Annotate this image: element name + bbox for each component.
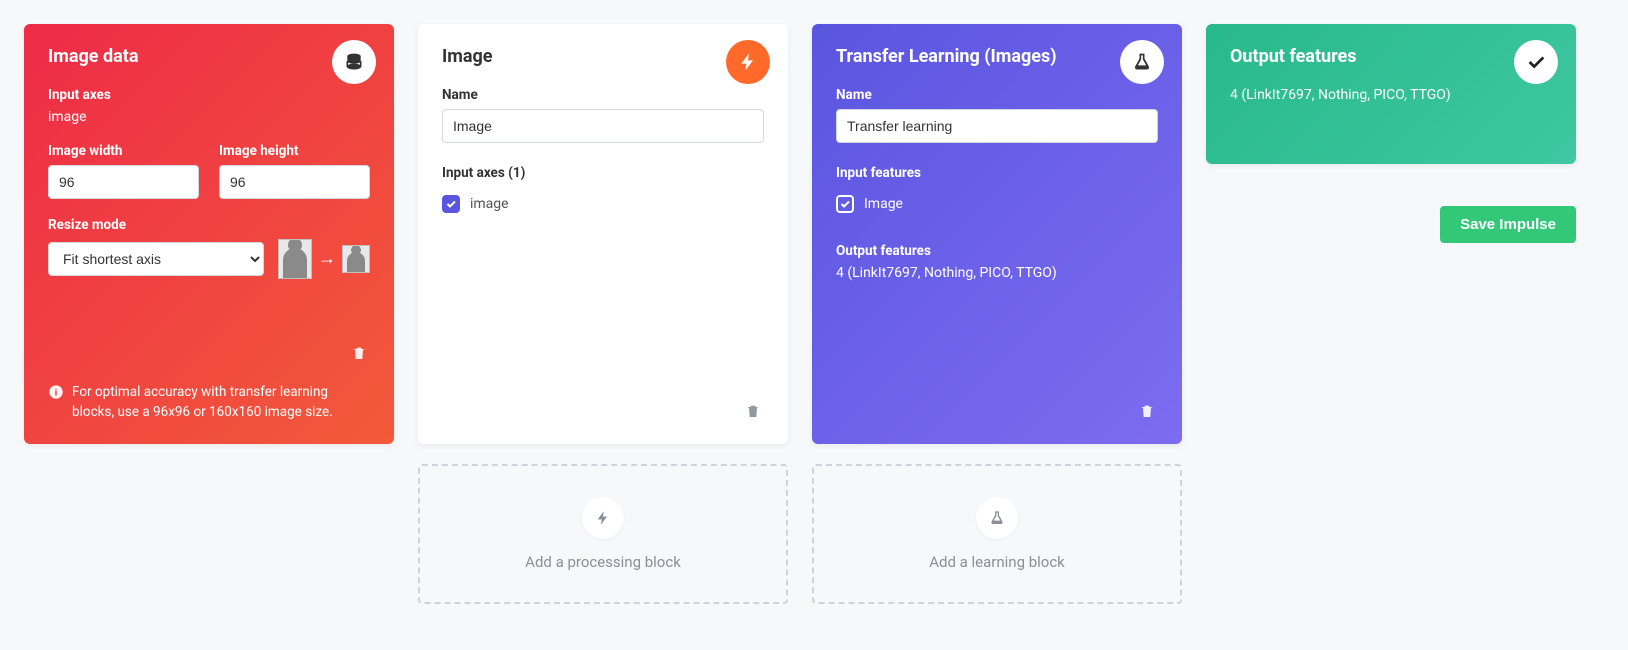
axes-image-checkbox[interactable]: [442, 195, 460, 213]
learning-card: Transfer Learning (Images) Name Input fe…: [812, 24, 1182, 444]
name-label: Name: [442, 87, 764, 103]
bolt-icon: [726, 40, 770, 84]
resize-mode-label: Resize mode: [48, 217, 370, 233]
info-note: i For optimal accuracy with transfer lea…: [48, 382, 370, 423]
resize-diagram: →: [278, 239, 370, 279]
image-width-input[interactable]: [48, 165, 199, 199]
info-icon: i: [48, 384, 64, 400]
resize-after-thumb: [342, 245, 370, 273]
processing-name-input[interactable]: [442, 109, 764, 143]
input-axes-value: image: [48, 109, 370, 125]
card-title: Output features: [1230, 46, 1552, 67]
input-axes-label: Input axes (1): [442, 165, 764, 181]
svg-text:i: i: [55, 387, 57, 398]
add-processing-block[interactable]: Add a processing block: [418, 464, 788, 604]
info-text: For optimal accuracy with transfer learn…: [72, 382, 370, 423]
resize-mode-select[interactable]: Fit shortest axis: [48, 242, 264, 276]
input-axes-label: Input axes: [48, 87, 370, 103]
add-learning-label: Add a learning block: [929, 553, 1065, 571]
output-features-value: 4 (LinkIt7697, Nothing, PICO, TTGO): [836, 265, 1158, 281]
database-icon: [332, 40, 376, 84]
delete-processing-button[interactable]: [742, 400, 764, 422]
processing-card: Image Name Input axes (1) image: [418, 24, 788, 444]
image-height-input[interactable]: [219, 165, 370, 199]
name-label: Name: [836, 87, 1158, 103]
delete-learning-button[interactable]: [1136, 400, 1158, 422]
flask-icon: [976, 497, 1018, 539]
output-features-card: Output features 4 (LinkIt7697, Nothing, …: [1206, 24, 1576, 164]
input-features-image-checkbox[interactable]: [836, 195, 854, 213]
check-icon: [1514, 40, 1558, 84]
input-features-image-label: Image: [864, 196, 903, 212]
image-data-card: Image data Input axes image Image width …: [24, 24, 394, 444]
card-title: Image: [442, 46, 764, 67]
input-features-label: Input features: [836, 165, 1158, 181]
add-learning-block[interactable]: Add a learning block: [812, 464, 1182, 604]
arrow-right-icon: →: [318, 250, 336, 268]
output-features-value: 4 (LinkIt7697, Nothing, PICO, TTGO): [1230, 87, 1552, 103]
delete-input-button[interactable]: [348, 342, 370, 364]
learning-name-input[interactable]: [836, 109, 1158, 143]
add-processing-label: Add a processing block: [525, 553, 681, 571]
axes-image-label: image: [470, 196, 509, 212]
flask-icon: [1120, 40, 1164, 84]
output-features-label: Output features: [836, 243, 1158, 259]
image-width-label: Image width: [48, 143, 199, 159]
image-height-label: Image height: [219, 143, 370, 159]
resize-before-thumb: [278, 239, 312, 279]
save-impulse-button[interactable]: Save Impulse: [1440, 206, 1576, 243]
card-title: Transfer Learning (Images): [836, 46, 1158, 67]
card-title: Image data: [48, 46, 370, 67]
bolt-icon: [582, 497, 624, 539]
